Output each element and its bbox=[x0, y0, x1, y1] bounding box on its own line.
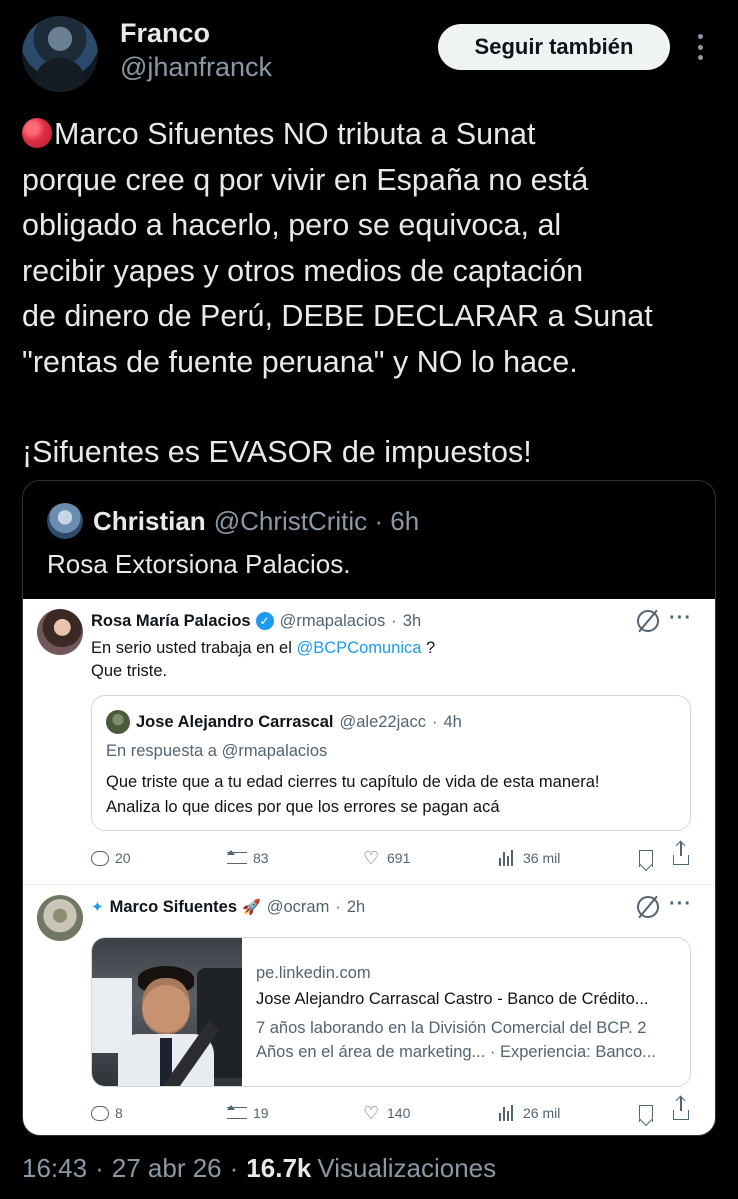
follow-button[interactable]: Seguir también bbox=[438, 24, 670, 70]
repost-icon bbox=[227, 850, 247, 864]
reply-stat: 20 bbox=[91, 846, 131, 870]
inner-quote-author-handle: @ale22jacc bbox=[339, 712, 426, 731]
tweet-text: En serio usted trabaja en el @BCPComunic… bbox=[91, 639, 436, 680]
screenshot-tweet-rosa: Rosa María Palacios ✓ @rmapalacios · 3h … bbox=[23, 599, 715, 884]
link-description: 7 años laborando en la División Comercia… bbox=[256, 1019, 656, 1061]
footer-separator: · bbox=[229, 1152, 239, 1183]
post-text-line: obligado a hacerlo, pero se equivoca, al bbox=[22, 208, 562, 242]
like-stat: ♡ 140 bbox=[363, 1103, 411, 1123]
bookmark-icon bbox=[639, 1101, 655, 1125]
avatar bbox=[37, 895, 83, 941]
post-header: Franco @jhanfranck Seguir también bbox=[0, 0, 738, 100]
link-preview-image bbox=[92, 938, 242, 1086]
post-text: Marco Sifuentes NO tributa a Sunat porqu… bbox=[22, 112, 722, 476]
post-text-line: recibir yapes y otros medios de captació… bbox=[22, 253, 584, 288]
footer-separator: · bbox=[95, 1152, 104, 1183]
post-text-line: ¡Sifuentes es EVASOR de impuestos! bbox=[22, 435, 532, 469]
tweet-author-handle: @rmapalacios bbox=[279, 611, 386, 630]
more-icon: ··· bbox=[669, 607, 692, 629]
inner-quote-separator: · bbox=[431, 712, 438, 731]
grok-icon bbox=[637, 610, 659, 632]
tweet-time: 2h bbox=[346, 897, 366, 916]
heart-icon: ♡ bbox=[363, 1103, 380, 1123]
tweet-actions: 20 83 ♡ 691 36 mil bbox=[91, 842, 691, 870]
verified-icon: ✓ bbox=[255, 612, 274, 630]
inner-quote-text: Que triste que a tu edad cierres tu capí… bbox=[106, 773, 600, 816]
share-icon bbox=[673, 1097, 689, 1125]
author-name[interactable]: Franco bbox=[120, 18, 210, 49]
grok-icon bbox=[637, 896, 659, 918]
views-icon bbox=[499, 850, 517, 866]
share-icon bbox=[673, 842, 689, 870]
heart-icon: ♡ bbox=[363, 848, 380, 868]
reply-to-label: En respuesta a @rmapalacios bbox=[106, 742, 328, 760]
inner-quote-time: 4h bbox=[443, 712, 462, 731]
screenshot-tweet-marco: ✦ Marco Sifuentes 🚀 @ocram · 2h ··· pe.l… bbox=[23, 885, 715, 1135]
post-text-line: "rentas de fuente peruana" y NO lo hace. bbox=[22, 344, 578, 379]
quote-avatar[interactable] bbox=[47, 503, 83, 539]
quote-author-name[interactable]: Christian bbox=[93, 506, 206, 537]
post-date[interactable]: 27 abr 26 bbox=[112, 1153, 222, 1184]
tweet-actions: 8 19 ♡ 140 26 mil bbox=[91, 1097, 691, 1125]
bookmark-icon bbox=[639, 846, 655, 870]
views-stat: 26 mil bbox=[499, 1101, 560, 1125]
author-handle[interactable]: @jhanfranck bbox=[120, 52, 272, 83]
red-circle-icon bbox=[22, 118, 52, 148]
post-text-line: Marco Sifuentes NO tributa a Sunat bbox=[22, 112, 722, 158]
embedded-screenshot: Rosa María Palacios ✓ @rmapalacios · 3h … bbox=[23, 599, 715, 1135]
more-icon[interactable] bbox=[688, 30, 712, 64]
post-time[interactable]: 16:43 bbox=[22, 1153, 87, 1184]
avatar bbox=[37, 609, 83, 655]
mention-link: @BCPComunica bbox=[296, 639, 422, 657]
tweet-separator: · bbox=[391, 611, 397, 630]
quote-text: Rosa Extorsiona Palacios. bbox=[47, 549, 351, 579]
tweet-header: Rosa María Palacios ✓ @rmapalacios · 3h bbox=[91, 609, 421, 633]
reply-icon bbox=[91, 1105, 109, 1121]
views-count: 16.7k bbox=[246, 1152, 312, 1183]
inner-quote-card: Jose Alejandro Carrascal @ale22jacc · 4h… bbox=[91, 695, 691, 831]
post-text-line: de dinero de Perú, DEBE DECLARAR a Sunat bbox=[22, 299, 653, 333]
rocket-icon: 🚀 bbox=[242, 899, 261, 916]
quote-time: 6h bbox=[390, 505, 420, 536]
twitter-bird-icon: ✦ bbox=[91, 899, 104, 916]
repost-stat: 19 bbox=[227, 1101, 269, 1125]
tweet-time: 3h bbox=[402, 611, 422, 630]
author-avatar[interactable] bbox=[22, 16, 98, 92]
tweet-author-name: Rosa María Palacios bbox=[91, 611, 251, 630]
inner-quote-header: Jose Alejandro Carrascal @ale22jacc · 4h bbox=[136, 710, 462, 734]
repost-icon bbox=[227, 1105, 247, 1119]
quote-author-handle[interactable]: @ChristCritic bbox=[214, 506, 368, 537]
post-footer: 16:43 · 27 abr 26 · 16.7k Visualizacione… bbox=[22, 1150, 496, 1186]
reply-stat: 8 bbox=[91, 1101, 123, 1125]
link-domain: pe.linkedin.com bbox=[256, 964, 371, 982]
avatar bbox=[106, 710, 130, 734]
like-stat: ♡ 691 bbox=[363, 848, 411, 868]
more-icon: ··· bbox=[669, 893, 692, 915]
views-stat: 36 mil bbox=[499, 846, 560, 870]
repost-stat: 83 bbox=[227, 846, 269, 870]
quote-separator: · bbox=[367, 505, 391, 536]
quote-header: Christian @ChristCritic · 6h bbox=[47, 503, 419, 539]
inner-quote-author-name: Jose Alejandro Carrascal bbox=[136, 712, 334, 731]
quote-tweet-card[interactable]: Christian @ChristCritic · 6h Rosa Extors… bbox=[22, 480, 716, 1136]
tweet-author-handle: @ocram bbox=[266, 897, 330, 916]
link-preview-card: pe.linkedin.com Jose Alejandro Carrascal… bbox=[91, 937, 691, 1087]
tweet-separator: · bbox=[335, 897, 341, 916]
post-text-line: porque cree q por vivir en España no est… bbox=[22, 162, 589, 197]
views-label: Visualizaciones bbox=[317, 1152, 497, 1183]
tweet-author-name: Marco Sifuentes bbox=[109, 897, 238, 916]
reply-icon bbox=[91, 850, 109, 866]
views-icon bbox=[499, 1105, 517, 1121]
link-title: Jose Alejandro Carrascal Castro - Banco … bbox=[256, 990, 649, 1008]
tweet-header: ✦ Marco Sifuentes 🚀 @ocram · 2h bbox=[91, 895, 365, 919]
